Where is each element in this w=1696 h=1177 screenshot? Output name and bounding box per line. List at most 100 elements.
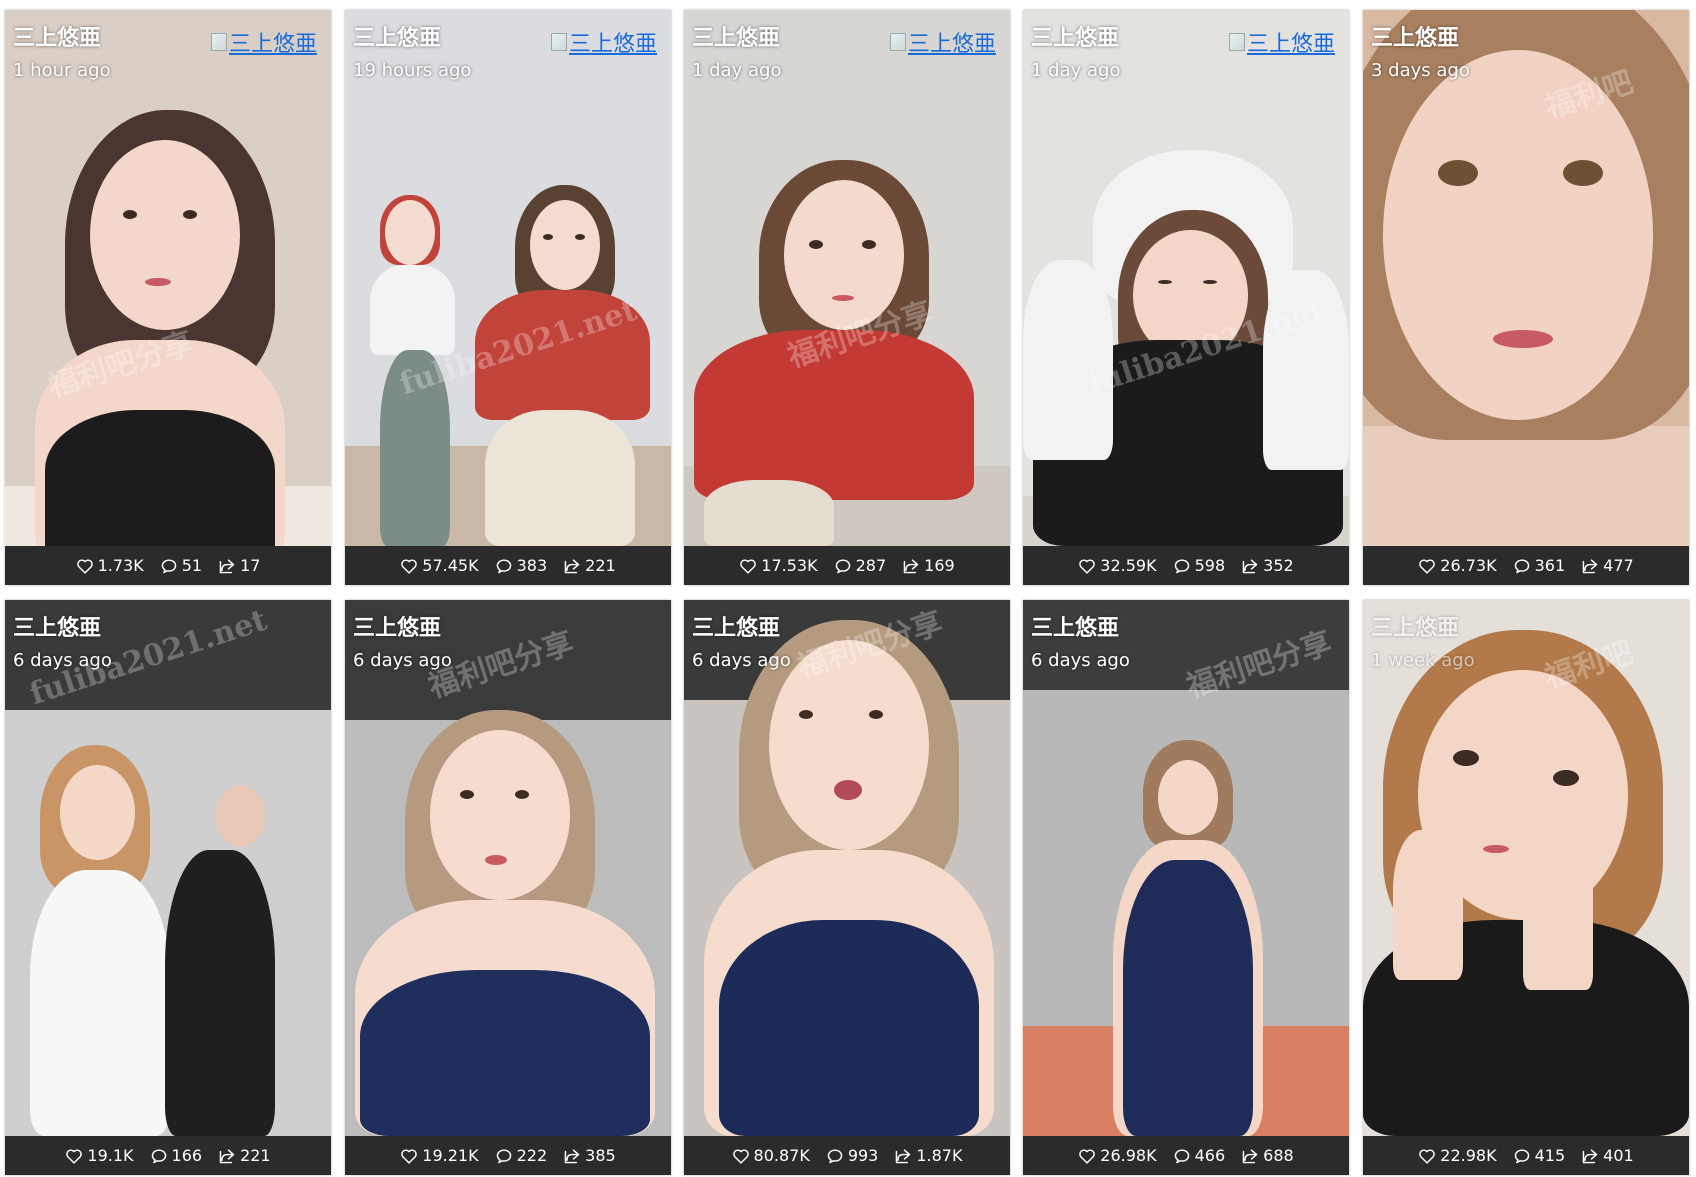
post-time: 6 days ago <box>13 650 112 671</box>
post-time: 19 hours ago <box>353 60 472 81</box>
share-count[interactable]: 401 <box>1581 1146 1634 1165</box>
comment-count[interactable]: 415 <box>1513 1146 1566 1165</box>
share-count[interactable]: 477 <box>1581 556 1634 575</box>
comment-count-value: 166 <box>171 1146 203 1165</box>
share-count[interactable]: 169 <box>902 556 955 575</box>
video-card[interactable]: 福利吧 三上悠亜 3 days ago 26.73K 361 477 <box>1363 10 1689 585</box>
person-eye <box>123 210 137 219</box>
author-name[interactable]: 三上悠亜 <box>692 20 780 52</box>
video-card[interactable]: 福利吧分享 三上悠亜 1 hour ago 三上悠亜 1.73K 51 17 <box>5 10 331 585</box>
comment-count-value: 466 <box>1194 1146 1226 1165</box>
person-eye <box>1158 280 1172 284</box>
comment-count[interactable]: 51 <box>160 556 202 575</box>
person-lips <box>834 780 862 800</box>
share-count[interactable]: 17 <box>218 556 260 575</box>
person-face <box>385 200 435 265</box>
comment-count[interactable]: 222 <box>495 1146 547 1165</box>
comment-count[interactable]: 598 <box>1173 556 1225 575</box>
like-count[interactable]: 80.87K <box>732 1146 810 1165</box>
video-card[interactable]: fuliba2021.net 三上悠亜 1 day ago 三上悠亜 32.59… <box>1023 10 1349 585</box>
video-thumbnail[interactable] <box>345 10 671 546</box>
author-name[interactable]: 三上悠亜 <box>1371 610 1459 642</box>
broken-image-icon <box>889 33 906 51</box>
author-name[interactable]: 三上悠亜 <box>13 20 101 52</box>
video-thumbnail[interactable] <box>1363 10 1689 546</box>
author-name[interactable]: 三上悠亜 <box>692 610 780 642</box>
post-time: 6 days ago <box>1031 650 1130 671</box>
video-thumbnail[interactable] <box>1363 600 1689 1136</box>
share-count[interactable]: 688 <box>1241 1146 1294 1165</box>
comment-icon <box>161 558 176 573</box>
share-icon <box>903 558 919 573</box>
like-count[interactable]: 22.98K <box>1418 1146 1497 1165</box>
author-avatar[interactable]: 三上悠亜 <box>550 26 657 58</box>
comment-count-value: 415 <box>1534 1146 1566 1165</box>
comment-count[interactable]: 466 <box>1173 1146 1226 1165</box>
person-hand <box>1523 830 1593 990</box>
like-count[interactable]: 17.53K <box>739 556 818 575</box>
person-eye <box>1563 160 1603 186</box>
comment-count[interactable]: 287 <box>834 556 886 575</box>
like-count[interactable]: 26.98K <box>1078 1146 1157 1165</box>
video-thumbnail[interactable] <box>1023 10 1349 546</box>
person-eye <box>1438 160 1478 186</box>
avatar-alt-text: 三上悠亜 <box>228 32 317 57</box>
heart-icon <box>76 558 93 574</box>
heart-icon <box>732 1148 749 1164</box>
comment-count[interactable]: 166 <box>150 1146 203 1165</box>
broken-image-icon <box>550 33 567 51</box>
stats-bar: 1.73K 51 17 <box>5 546 331 585</box>
post-time: 6 days ago <box>353 650 452 671</box>
author-name[interactable]: 三上悠亜 <box>353 20 441 52</box>
author-name[interactable]: 三上悠亜 <box>1031 610 1119 642</box>
share-count[interactable]: 352 <box>1241 556 1294 575</box>
author-avatar[interactable]: 三上悠亜 <box>1228 26 1335 58</box>
person-eye <box>460 790 474 799</box>
share-count[interactable]: 221 <box>563 556 616 575</box>
heart-icon <box>1079 558 1096 574</box>
like-count[interactable]: 32.59K <box>1078 556 1157 575</box>
video-card[interactable]: fuliba2021.net 三上悠亜 6 days ago 19.1K 166… <box>5 600 331 1175</box>
comment-count[interactable]: 361 <box>1513 556 1565 575</box>
person-face <box>430 730 570 900</box>
author-avatar[interactable]: 三上悠亜 <box>210 26 317 58</box>
like-count[interactable]: 19.21K <box>400 1146 479 1165</box>
like-count-value: 1.73K <box>97 556 144 575</box>
author-avatar[interactable]: 三上悠亜 <box>889 26 996 58</box>
stats-bar: 19.1K 166 221 <box>5 1136 331 1175</box>
author-name[interactable]: 三上悠亜 <box>1371 20 1459 52</box>
comment-count[interactable]: 383 <box>495 556 547 575</box>
person-eye <box>1203 280 1217 284</box>
author-name[interactable]: 三上悠亜 <box>13 610 101 642</box>
like-count[interactable]: 57.45K <box>400 556 479 575</box>
share-icon <box>896 1148 911 1163</box>
video-thumbnail[interactable] <box>684 600 1010 1136</box>
person-face <box>530 200 600 290</box>
share-count-value: 169 <box>924 556 955 575</box>
share-count[interactable]: 221 <box>218 1146 271 1165</box>
author-name[interactable]: 三上悠亜 <box>353 610 441 642</box>
like-count[interactable]: 26.73K <box>1418 556 1497 575</box>
share-count-value: 385 <box>585 1146 616 1165</box>
share-icon <box>1242 1148 1258 1163</box>
like-count[interactable]: 1.73K <box>76 556 144 575</box>
like-count-value: 80.87K <box>753 1146 810 1165</box>
video-thumbnail[interactable] <box>5 10 331 546</box>
video-card[interactable]: 福利吧 三上悠亜 1 week ago 22.98K 415 401 <box>1363 600 1689 1175</box>
video-card[interactable]: 福利吧分享 三上悠亜 6 days ago 19.21K 222 385 <box>345 600 671 1175</box>
video-thumbnail[interactable] <box>684 10 1010 546</box>
share-count[interactable]: 1.87K <box>894 1146 962 1165</box>
post-time: 6 days ago <box>692 650 791 671</box>
video-card[interactable]: fuliba2021.net 三上悠亜 19 hours ago 三上悠亜 57… <box>345 10 671 585</box>
like-count-value: 19.21K <box>422 1146 479 1165</box>
avatar-alt-text: 三上悠亜 <box>1246 32 1335 57</box>
video-card[interactable]: 福利吧分享 三上悠亜 1 day ago 三上悠亜 17.53K 287 169 <box>684 10 1010 585</box>
share-count[interactable]: 385 <box>563 1146 616 1165</box>
video-card[interactable]: 福利吧分享 三上悠亜 6 days ago 80.87K 993 1.87K <box>684 600 1010 1175</box>
stats-bar: 22.98K 415 401 <box>1363 1136 1689 1175</box>
author-name[interactable]: 三上悠亜 <box>1031 20 1119 52</box>
person-outfit <box>719 920 979 1136</box>
video-card[interactable]: 福利吧分享 三上悠亜 6 days ago 26.98K 466 688 <box>1023 600 1349 1175</box>
comment-count[interactable]: 993 <box>826 1146 878 1165</box>
like-count[interactable]: 19.1K <box>65 1146 134 1165</box>
